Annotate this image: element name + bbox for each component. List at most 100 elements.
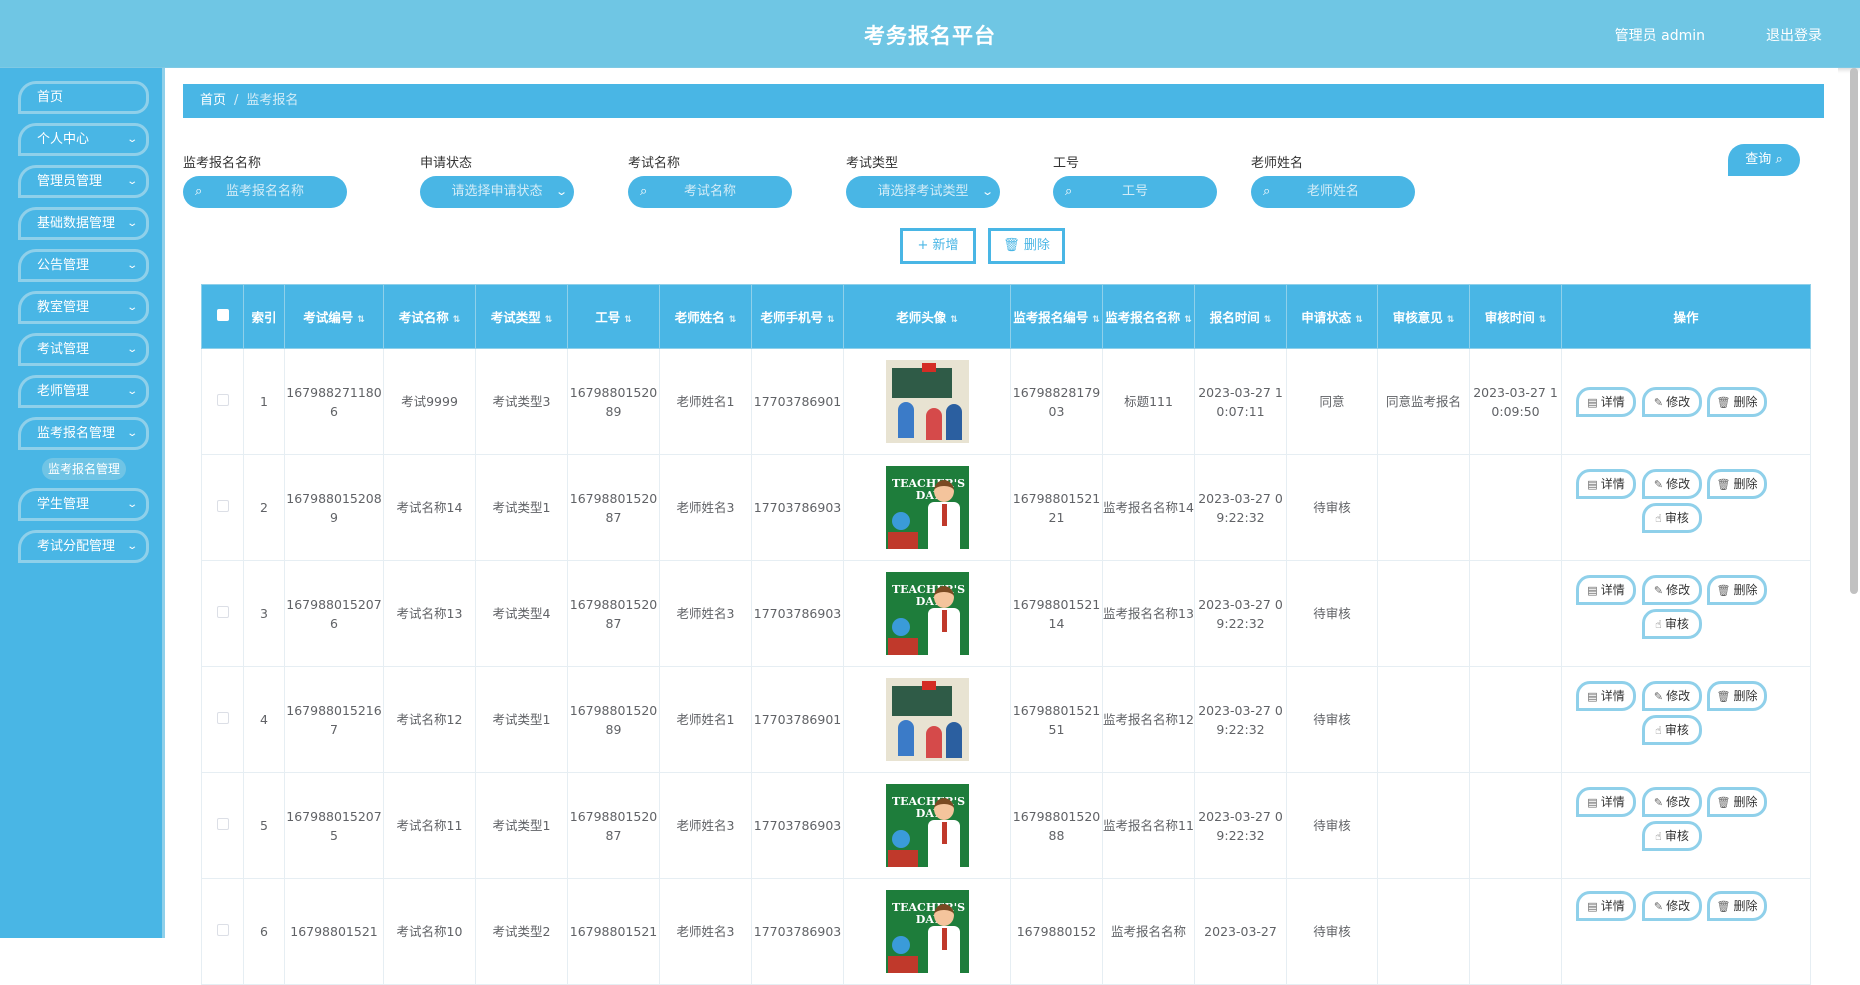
cell-phone: 17703786903 <box>751 454 844 561</box>
sidebar-item-3[interactable]: 基础数据管理 ⌄ <box>18 207 149 240</box>
edit-button[interactable]: ✎ 修改 <box>1642 575 1702 605</box>
teacher-avatar-image: TEACHER'S DAY <box>885 466 969 549</box>
sidebar-item-1[interactable]: 个人中心 ⌄ <box>18 123 149 156</box>
column-header[interactable]: 申请状态 ⇅ <box>1286 284 1378 349</box>
sidebar-item-after-1[interactable]: 考试分配管理 ⌄ <box>18 530 149 563</box>
cell-job-no: 1679880152089 <box>567 348 660 455</box>
sidebar-item-2[interactable]: 管理员管理 ⌄ <box>18 165 149 198</box>
sort-icon[interactable]: ⇅ <box>357 315 365 325</box>
cell-idx: 3 <box>243 560 285 667</box>
detail-button[interactable]: ▤ 详情 <box>1576 681 1636 711</box>
sort-icon[interactable]: ⇅ <box>545 315 553 325</box>
add-button[interactable]: + 新增 <box>900 228 976 264</box>
delete-selected-button[interactable]: 🗑︎ 删除 <box>988 228 1065 264</box>
row-checkbox[interactable] <box>216 924 229 936</box>
avatar-kid1 <box>897 720 914 756</box>
breadcrumb-home[interactable]: 首页 <box>200 93 226 108</box>
avatar-man-head <box>933 798 954 820</box>
delete-button[interactable]: 🗑︎ 删除 <box>1707 787 1767 817</box>
sort-icon[interactable]: ⇅ <box>827 315 835 325</box>
filter-input[interactable]: 请选择申请状态 ⌄ <box>420 176 574 208</box>
edit-button[interactable]: ✎ 修改 <box>1642 681 1702 711</box>
filter-input[interactable]: ⌕ 监考报名名称 <box>183 176 347 208</box>
detail-button[interactable]: ▤ 详情 <box>1576 787 1636 817</box>
column-header[interactable]: 监考报名名称 ⇅ <box>1102 284 1195 349</box>
column-header[interactable]: 老师手机号 ⇅ <box>751 284 844 349</box>
sidebar-item-5[interactable]: 教室管理 ⌄ <box>18 291 149 324</box>
sidebar-subitem-active[interactable]: 监考报名管理 <box>42 458 126 480</box>
audit-button[interactable]: ☝ 审核 <box>1642 821 1702 851</box>
select-all-checkbox[interactable] <box>216 309 229 321</box>
filter-input[interactable]: ⌕ 老师姓名 <box>1251 176 1415 208</box>
sidebar-item-0[interactable]: 首页 <box>18 81 149 114</box>
sidebar-item-8[interactable]: 监考报名管理 ⌄ <box>18 417 149 450</box>
scrollbar-thumb[interactable] <box>1850 68 1858 594</box>
edit-button[interactable]: ✎ 修改 <box>1642 891 1702 921</box>
query-button[interactable]: 查询 ⌕ <box>1728 144 1800 176</box>
audit-button[interactable]: ☝ 审核 <box>1642 609 1702 639</box>
sidebar-item-7[interactable]: 老师管理 ⌄ <box>18 375 149 408</box>
avatar-globe <box>891 512 910 530</box>
column-header[interactable]: 考试编号 ⇅ <box>284 284 384 349</box>
detail-button[interactable]: ▤ 详情 <box>1576 575 1636 605</box>
filter-input[interactable]: ⌕ 工号 <box>1053 176 1217 208</box>
column-header[interactable]: 考试名称 ⇅ <box>383 284 476 349</box>
cell-exam-name: 考试名称14 <box>383 454 476 561</box>
column-header[interactable]: 工号 ⇅ <box>567 284 660 349</box>
column-header[interactable]: 监考报名编号 ⇅ <box>1010 284 1103 349</box>
sort-icon[interactable]: ⇅ <box>1355 315 1363 325</box>
logout-link[interactable]: 退出登录 <box>1766 25 1822 45</box>
column-header[interactable]: 报名时间 ⇅ <box>1194 284 1287 349</box>
column-header[interactable]: 考试类型 ⇅ <box>475 284 568 349</box>
menu-item-label: 教室管理 <box>37 300 90 315</box>
filter-input[interactable]: 请选择考试类型 ⌄ <box>846 176 1000 208</box>
sidebar-item-6[interactable]: 考试管理 ⌄ <box>18 333 149 366</box>
row-checkbox[interactable] <box>216 500 229 512</box>
cell-exam-name: 考试名称13 <box>383 560 476 667</box>
sort-icon[interactable]: ⇅ <box>1092 315 1100 325</box>
edit-button[interactable]: ✎ 修改 <box>1642 787 1702 817</box>
teacher-avatar-image: TEACHER'S DAY <box>885 572 969 655</box>
edit-button[interactable]: ✎ 修改 <box>1642 387 1702 417</box>
page-scrollbar[interactable] <box>1850 68 1858 938</box>
sort-icon[interactable]: ⇅ <box>453 315 461 325</box>
column-header[interactable]: 老师姓名 ⇅ <box>659 284 752 349</box>
column-header[interactable]: 审核意见 ⇅ <box>1377 284 1470 349</box>
sidebar-item-4[interactable]: 公告管理 ⌄ <box>18 249 149 282</box>
sidebar-item-after-0[interactable]: 学生管理 ⌄ <box>18 488 149 521</box>
delete-button[interactable]: 🗑︎ 删除 <box>1707 681 1767 711</box>
delete-button[interactable]: 🗑︎ 删除 <box>1707 891 1767 921</box>
cell-opinion: 同意监考报名 <box>1377 348 1470 455</box>
audit-button[interactable]: ☝ 审核 <box>1642 503 1702 533</box>
column-header[interactable]: 老师头像 ⇅ <box>843 284 1011 349</box>
detail-button[interactable]: ▤ 详情 <box>1576 469 1636 499</box>
column-header-label: 监考报名编号 <box>1013 310 1089 325</box>
sort-icon[interactable]: ⇅ <box>624 315 632 325</box>
row-checkbox[interactable] <box>216 712 229 724</box>
actions-group: ▤ 详情 ✎ 修改 🗑︎ 删除 <box>1562 349 1810 454</box>
sort-icon[interactable]: ⇅ <box>1264 315 1272 325</box>
avatar-man-head <box>933 586 954 608</box>
detail-button[interactable]: ▤ 详情 <box>1576 387 1636 417</box>
audit-button[interactable]: ☝ 审核 <box>1642 715 1702 745</box>
sort-icon[interactable]: ⇅ <box>1184 315 1192 325</box>
row-checkbox[interactable] <box>216 818 229 830</box>
sort-icon[interactable]: ⇅ <box>1539 315 1547 325</box>
detail-button[interactable]: ▤ 详情 <box>1576 891 1636 921</box>
row-checkbox[interactable] <box>216 394 229 406</box>
cell-exam-name: 考试名称10 <box>383 878 476 985</box>
search-icon: ⌕ <box>1775 152 1783 167</box>
sort-icon[interactable]: ⇅ <box>729 315 737 325</box>
delete-icon: 🗑︎ <box>1716 796 1731 809</box>
delete-button[interactable]: 🗑︎ 删除 <box>1707 387 1767 417</box>
column-header: 操作 <box>1561 284 1811 349</box>
sort-icon[interactable]: ⇅ <box>1447 315 1455 325</box>
edit-button[interactable]: ✎ 修改 <box>1642 469 1702 499</box>
filter-input[interactable]: ⌕ 考试名称 <box>628 176 792 208</box>
sort-icon[interactable]: ⇅ <box>950 315 958 325</box>
menu-item-label: 首页 <box>37 90 64 105</box>
row-checkbox[interactable] <box>216 606 229 618</box>
delete-button[interactable]: 🗑︎ 删除 <box>1707 575 1767 605</box>
delete-button[interactable]: 🗑︎ 删除 <box>1707 469 1767 499</box>
column-header[interactable]: 审核时间 ⇅ <box>1469 284 1562 349</box>
